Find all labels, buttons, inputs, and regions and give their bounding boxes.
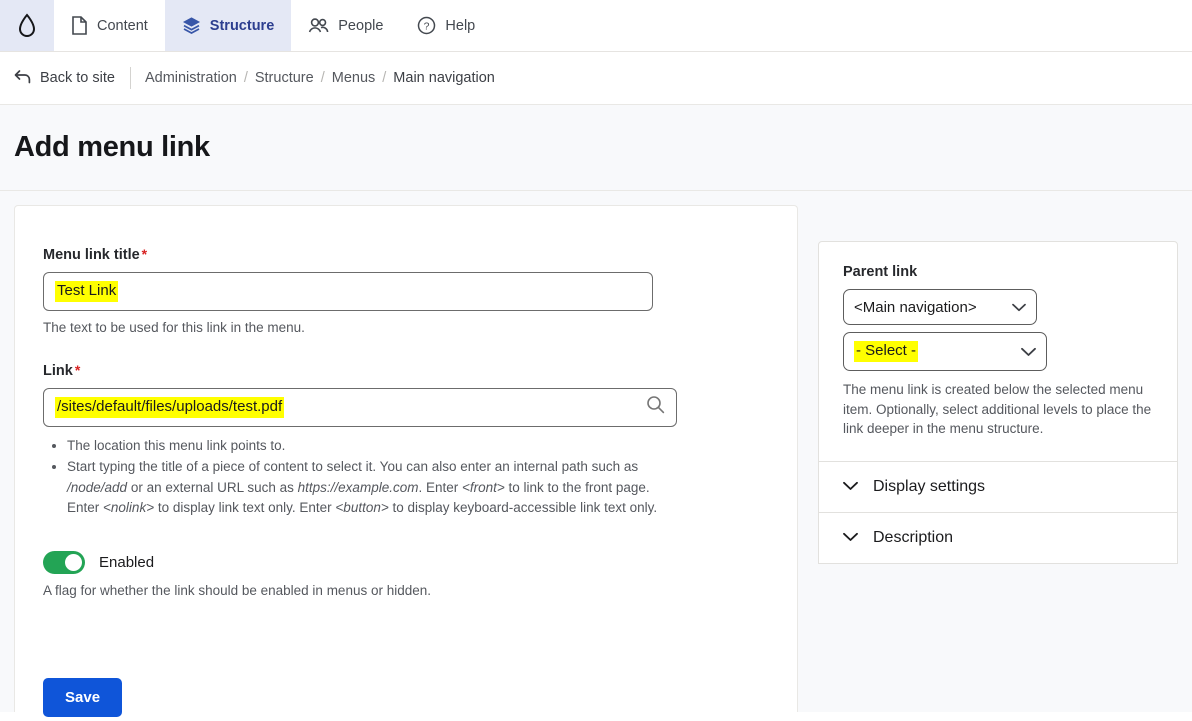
chevron-down-icon xyxy=(1021,347,1036,357)
breadcrumb-item-structure[interactable]: Structure xyxy=(255,70,314,86)
menu-link-title-value: Test Link xyxy=(55,281,119,302)
accordion-label: Description xyxy=(873,528,954,546)
enabled-description: A flag for whether the link should be en… xyxy=(43,582,432,598)
breadcrumb: Back to site Administration / Structure … xyxy=(0,52,1192,105)
field-link: Link * /sites/default/files/uploads/test.… xyxy=(43,362,769,519)
parent-link-select-secondary[interactable]: - Select - xyxy=(843,332,1047,371)
enabled-toggle-label: Enabled xyxy=(99,553,155,571)
save-button[interactable]: Save xyxy=(43,677,123,717)
breadcrumb-separator: / xyxy=(382,70,387,86)
parent-link-description: The menu link is created below the selec… xyxy=(843,382,1152,437)
link-help-list: The location this menu link points to. S… xyxy=(43,436,673,519)
nav-tab-help[interactable]: ? Help xyxy=(400,0,493,51)
field-enabled: Enabled A flag for whether the link shou… xyxy=(43,550,769,601)
page-title-bar: Add menu link xyxy=(0,105,1192,191)
people-icon xyxy=(308,17,329,35)
link-help-item: Start typing the title of a piece of con… xyxy=(67,457,673,519)
required-marker: * xyxy=(74,361,81,378)
field-menu-link-title: Menu link title * Test Link The text to b… xyxy=(43,246,769,338)
toggle-knob xyxy=(65,553,82,571)
accordion-description[interactable]: Description xyxy=(818,512,1178,564)
menu-link-title-description: The text to be used for this link in the… xyxy=(43,320,305,335)
parent-link-select-primary-value: <Main navigation> xyxy=(854,298,977,316)
link-help-item: The location this menu link points to. xyxy=(67,436,673,457)
back-to-site-label: Back to site xyxy=(40,70,115,86)
nav-tab-label: People xyxy=(338,17,384,34)
link-label: Link * xyxy=(43,361,81,379)
nav-tab-content[interactable]: Content xyxy=(54,0,165,51)
back-arrow-icon xyxy=(14,69,31,88)
menu-link-title-label: Menu link title * xyxy=(43,246,148,263)
parent-link-label: Parent link xyxy=(843,264,918,280)
link-input-wrapper: /sites/default/files/uploads/test.pdf xyxy=(43,387,677,427)
enabled-toggle[interactable] xyxy=(43,550,85,574)
breadcrumb-item-main-navigation[interactable]: Main navigation xyxy=(393,70,495,86)
drupal-droplet-logo[interactable] xyxy=(0,0,54,51)
layers-icon xyxy=(182,16,201,35)
link-input[interactable]: /sites/default/files/uploads/test.pdf xyxy=(43,387,677,427)
breadcrumb-separator: / xyxy=(243,70,248,86)
document-icon xyxy=(71,16,88,35)
droplet-icon xyxy=(18,12,36,37)
menu-link-form-card: Menu link title * Test Link The text to b… xyxy=(14,205,798,717)
top-navigation-bar: Content Structure People ? Help xyxy=(0,0,1192,52)
page-body: Menu link title * Test Link The text to b… xyxy=(0,191,1192,717)
breadcrumb-item-administration[interactable]: Administration xyxy=(145,70,237,86)
menu-link-title-input[interactable]: Test Link xyxy=(43,272,653,311)
accordion-display-settings[interactable]: Display settings xyxy=(818,461,1178,513)
breadcrumb-item-menus[interactable]: Menus xyxy=(332,70,376,86)
question-circle-icon: ? xyxy=(417,16,436,35)
chevron-down-icon xyxy=(1012,303,1026,312)
chevron-down-icon xyxy=(843,478,858,496)
page-title: Add menu link xyxy=(14,131,210,163)
parent-link-select-primary[interactable]: <Main navigation> xyxy=(843,289,1037,325)
sidebar: Parent link <Main navigation> - Select - xyxy=(818,205,1178,564)
enabled-toggle-row: Enabled xyxy=(43,550,769,574)
required-marker: * xyxy=(141,246,148,262)
nav-tab-people[interactable]: People xyxy=(291,0,401,51)
back-to-site-link[interactable]: Back to site xyxy=(14,67,131,89)
chevron-down-icon xyxy=(843,529,858,547)
link-value: /sites/default/files/uploads/test.pdf xyxy=(55,397,285,418)
nav-tab-label: Structure xyxy=(209,17,275,34)
svg-text:?: ? xyxy=(424,21,430,33)
parent-link-panel: Parent link <Main navigation> - Select - xyxy=(818,241,1178,462)
form-actions: Save xyxy=(43,677,769,717)
accordion-label: Display settings xyxy=(873,477,986,495)
nav-tab-label: Content xyxy=(97,17,148,34)
parent-link-select-secondary-value: - Select - xyxy=(854,341,919,362)
nav-tab-structure[interactable]: Structure xyxy=(164,0,292,51)
nav-tab-label: Help xyxy=(445,17,476,34)
breadcrumb-separator: / xyxy=(320,70,325,86)
